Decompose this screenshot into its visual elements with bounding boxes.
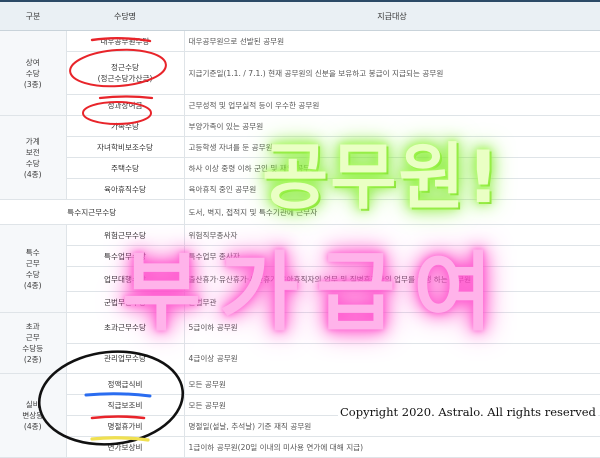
allowance-name: 성과상여금: [66, 94, 185, 116]
allowance-name: 정액급식비: [66, 373, 185, 395]
allowance-name: 관리업무수당: [66, 343, 185, 374]
allowance-name: 대우공무원수당: [66, 30, 185, 52]
allowance-name: 특수지근무수당: [0, 199, 185, 225]
header-category: 구분: [0, 0, 66, 31]
header-allowance-name: 수당명: [66, 0, 184, 31]
group-label: 실비 변상등 (4종): [22, 400, 44, 431]
title-line-2: 부가급여: [122, 243, 511, 343]
allowance-name: 명절휴가비: [66, 415, 185, 437]
allowance-name: 연가보상비: [66, 436, 185, 458]
group-bonus: 상여 수당 (3종): [0, 30, 67, 116]
allowance-name: 자녀학비보조수당: [66, 136, 185, 158]
group-label: 초과 근무 수당등 (2종): [22, 322, 44, 364]
allowance-target: 모든 공무원: [184, 373, 600, 395]
table-row: 성과상여금 근무성적 및 업무실적 등이 우수한 공무원: [0, 94, 600, 116]
table-row: 관리업무수당 4급이상 공무원: [0, 343, 600, 374]
table-row: 상여 수당 (3종) 대우공무원수당 대우공무원으로 선발된 공무원: [0, 30, 600, 116]
table-row: 정근수당 (정근수당가산금) 지급기준일(1.1. / 7.1.) 현재 공무원…: [0, 51, 600, 95]
allowance-target: 4급이상 공무원: [184, 343, 600, 374]
allowance-target: 지급기준일(1.1. / 7.1.) 현재 공무원의 신분을 보유하고 봉급이 …: [184, 51, 600, 95]
allowance-target: 1급이하 공무원(20일 이내의 미사용 연가에 대해 지급): [184, 436, 600, 458]
copyright-notice: Copyright 2020. Astralo. All rights rese…: [338, 405, 598, 419]
table-row: 실비 변상등 (4종) 정액급식비 모든 공무원: [0, 373, 600, 458]
table-header-row: 구분 수당명 지급대상: [0, 0, 600, 31]
allowance-name: 가족수당: [66, 115, 185, 137]
stage: 구분 수당명 지급대상 상여 수당 (3종) 대우공무원수당 대우공무원으로 선…: [0, 0, 600, 458]
group-label: 가계 보전 수당 (4종): [23, 136, 42, 179]
allowance-name: 직급보조비: [66, 394, 185, 416]
group-expenses: 실비 변상등 (4종): [0, 373, 67, 458]
group-overtime: 초과 근무 수당등 (2종): [0, 312, 67, 374]
allowance-name: 주택수당: [66, 157, 185, 179]
group-special-duty: 특수 근무 수당 (4종): [0, 224, 67, 313]
allowance-name: 육아휴직수당: [66, 178, 185, 200]
group-label: 특수 근무 수당 (4종): [23, 247, 42, 290]
table-row: 연가보상비 1급이하 공무원(20일 이내의 미사용 연가에 대해 지급): [0, 436, 600, 458]
allowance-name: 정근수당 (정근수당가산금): [66, 51, 185, 95]
group-household: 가계 보전 수당 (4종): [0, 115, 67, 200]
title-line-1: 공무원!: [262, 135, 502, 219]
group-label: 상여 수당 (3종): [23, 57, 42, 89]
header-eligibility: 지급대상: [184, 0, 600, 31]
allowance-target: 대우공무원으로 선발된 공무원: [184, 30, 600, 52]
allowance-target: 근무성적 및 업무실적 등이 우수한 공무원: [184, 94, 600, 116]
